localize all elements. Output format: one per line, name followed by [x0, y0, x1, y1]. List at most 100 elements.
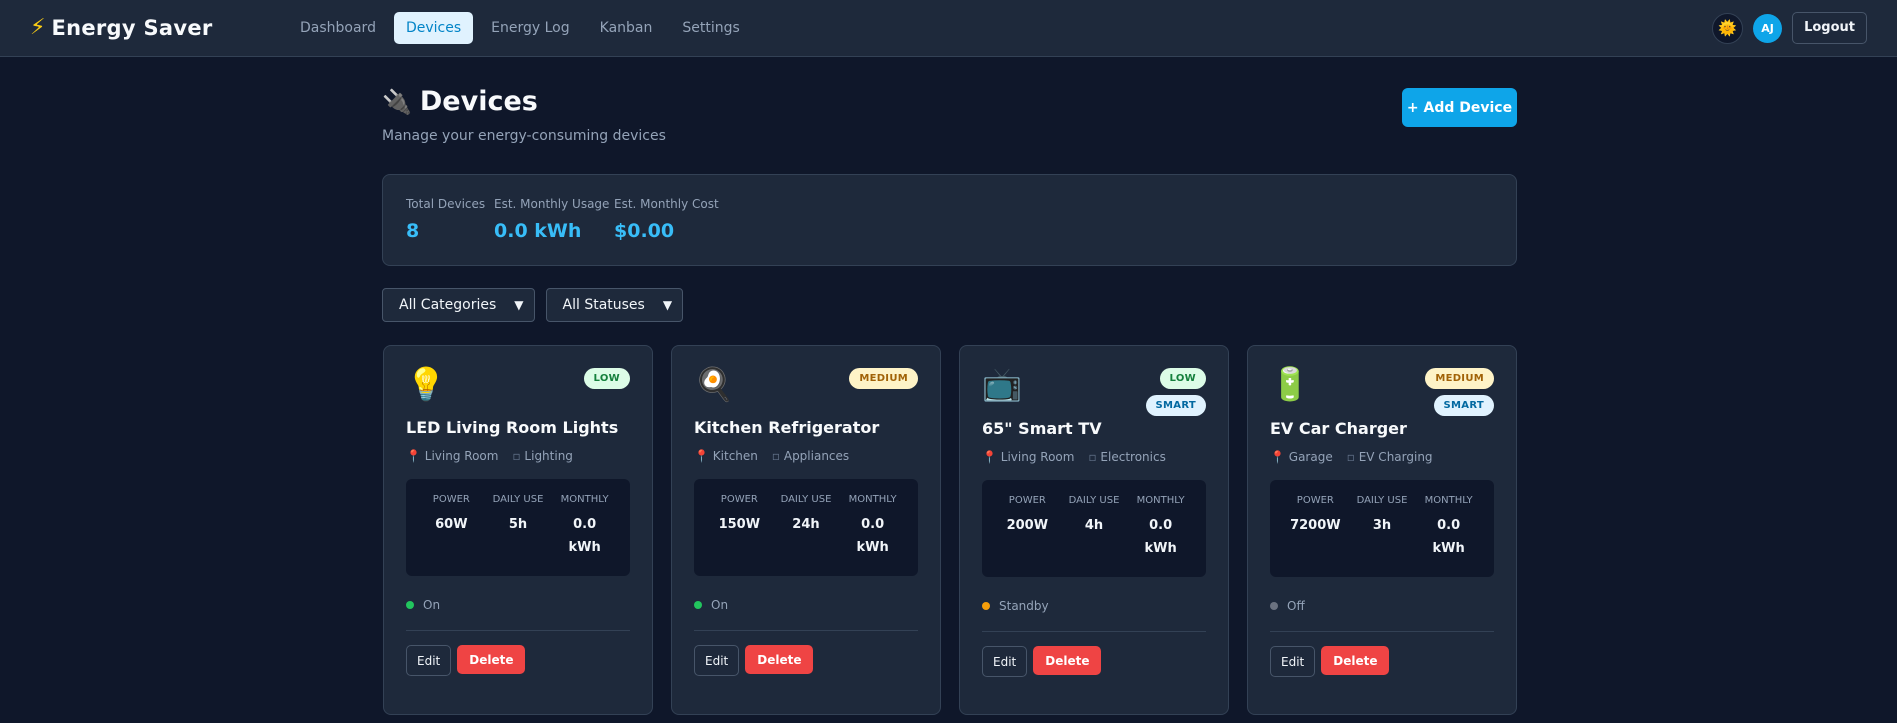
card-divider: [406, 630, 630, 631]
user-avatar[interactable]: AJ: [1753, 13, 1783, 43]
delete-button[interactable]: Delete: [1321, 646, 1390, 675]
status-dot: [982, 602, 990, 610]
device-metrics: POWER 7200W DAILY USE 3h MONTHLY 0.0 kWh: [1270, 480, 1494, 577]
metric-label: POWER: [720, 494, 758, 505]
status-text: On: [423, 598, 441, 612]
device-metrics: POWER 200W DAILY USE 4h MONTHLY 0.0 kWh: [982, 480, 1206, 577]
nav-link-devices[interactable]: Devices: [393, 12, 474, 44]
stat-label: Est. Monthly Usage: [494, 197, 610, 211]
metric-label: DAILY USE: [492, 494, 544, 505]
brand-logo[interactable]: ⚡ Energy Saver: [30, 16, 260, 40]
device-meta: 📍 Living Room ▫ Electronics: [982, 450, 1206, 464]
tag-icon: ▫: [512, 449, 521, 463]
category-filter-value: All Categories: [399, 297, 497, 313]
filters-bar: All Categories ▼ All Statuses ▼: [382, 288, 684, 322]
metric-label: POWER: [432, 494, 470, 505]
monthly-number: 0.0: [573, 517, 597, 532]
device-meta: 📍 Living Room ▫ Lighting: [406, 449, 630, 463]
top-navbar: ⚡ Energy Saver Dashboard Devices Energy …: [0, 0, 1897, 57]
add-device-button[interactable]: + Add Device: [1402, 88, 1517, 127]
card-actions: Edit Delete: [694, 645, 918, 676]
page-subtitle: Manage your energy-consuming devices: [382, 128, 666, 144]
theme-toggle-button[interactable]: 🌞: [1712, 12, 1744, 44]
monthly-unit: kWh: [856, 540, 889, 555]
location-pin-icon: 📍: [406, 449, 421, 463]
priority-badge: LOW: [583, 368, 630, 389]
stat-label: Total Devices: [406, 197, 486, 211]
stat-total-devices: Total Devices 8: [406, 197, 486, 243]
device-location: Living Room: [1000, 450, 1075, 464]
power-value: 60W: [435, 517, 468, 532]
delete-button[interactable]: Delete: [1033, 646, 1102, 675]
device-status: On: [406, 598, 630, 612]
tag-icon: ▫: [771, 449, 781, 463]
device-name: Kitchen Refrigerator: [694, 418, 880, 437]
power-value: 150W: [718, 517, 761, 532]
card-divider: [694, 630, 918, 631]
priority-badge: MEDIUM: [1425, 368, 1494, 389]
tag-icon: ▫: [1088, 450, 1097, 464]
nav-link-dashboard[interactable]: Dashboard: [288, 12, 388, 44]
status-filter-select[interactable]: All Statuses ▼: [545, 288, 684, 322]
chevron-down-icon: ▼: [514, 298, 524, 312]
monthly-value: 0.0 kWh: [552, 513, 618, 559]
brand-name: Energy Saver: [51, 16, 213, 40]
device-card: 📺 LOW SMART 65" Smart TV 📍 Living Room ▫…: [959, 345, 1229, 715]
priority-badge: LOW: [1159, 368, 1206, 389]
device-status: On: [694, 598, 918, 612]
stat-label: Est. Monthly Cost: [614, 197, 719, 211]
device-card: 🔋 MEDIUM SMART EV Car Charger 📍 Garage ▫…: [1247, 345, 1517, 715]
metric-label: POWER: [1296, 495, 1334, 506]
monthly-value: 0.0 kWh: [1416, 514, 1482, 560]
monthly-unit: kWh: [1432, 541, 1465, 556]
edit-button[interactable]: Edit: [1270, 646, 1316, 677]
monthly-number: 0.0: [861, 517, 885, 532]
device-meta: 📍 Garage ▫ EV Charging: [1270, 450, 1494, 464]
device-location: Kitchen: [712, 449, 758, 463]
page-header: 🔌 Devices Manage your energy-consuming d…: [382, 86, 666, 144]
page-title-row: 🔌 Devices: [382, 86, 666, 117]
monthly-unit: kWh: [1144, 541, 1177, 556]
logout-button[interactable]: Logout: [1792, 12, 1867, 44]
device-card: 💡 LOW LED Living Room Lights 📍 Living Ro…: [383, 345, 653, 715]
status-text: Off: [1287, 599, 1305, 613]
device-category: Lighting: [524, 449, 573, 463]
edit-button[interactable]: Edit: [982, 646, 1028, 677]
nav-links: Dashboard Devices Energy Log Kanban Sett…: [288, 12, 752, 44]
delete-button[interactable]: Delete: [745, 645, 814, 674]
monthly-number: 0.0: [1437, 518, 1461, 533]
page-title: Devices: [419, 86, 538, 117]
nav-link-settings[interactable]: Settings: [670, 12, 751, 44]
chevron-down-icon: ▼: [662, 298, 673, 312]
category-filter-select[interactable]: All Categories ▼: [382, 288, 535, 322]
daily-use-value: 5h: [508, 517, 528, 532]
nav-link-energy-log[interactable]: Energy Log: [479, 12, 581, 44]
monthly-value: 0.0 kWh: [1128, 514, 1194, 560]
smart-badge: SMART: [1145, 395, 1206, 416]
status-dot: [406, 601, 414, 609]
edit-button[interactable]: Edit: [406, 645, 452, 676]
location-pin-icon: 📍: [982, 450, 997, 464]
plug-icon: 🔌: [382, 87, 412, 116]
metric-label: MONTHLY: [1136, 495, 1185, 506]
nav-right: 🌞 AJ Logout: [1712, 12, 1867, 44]
stat-monthly-cost: Est. Monthly Cost $0.00: [614, 197, 719, 243]
status-text: On: [711, 598, 729, 612]
stat-value: $0.00: [614, 220, 675, 242]
nav-link-kanban[interactable]: Kanban: [588, 12, 665, 44]
lightning-bolt-icon: ⚡: [30, 15, 46, 40]
daily-use-value: 3h: [1372, 518, 1392, 533]
device-status: Off: [1270, 599, 1494, 613]
card-actions: Edit Delete: [982, 646, 1206, 677]
edit-button[interactable]: Edit: [694, 645, 740, 676]
priority-badge: MEDIUM: [849, 368, 918, 389]
stats-summary: Total Devices 8 Est. Monthly Usage 0.0 k…: [382, 174, 1517, 266]
metric-label: DAILY USE: [780, 494, 832, 505]
stat-value: 8: [406, 220, 420, 242]
card-actions: Edit Delete: [406, 645, 630, 676]
device-location: Living Room: [424, 449, 499, 463]
delete-button[interactable]: Delete: [457, 645, 526, 674]
device-category: Electronics: [1100, 450, 1166, 464]
status-dot: [1270, 602, 1278, 610]
device-metrics: POWER 60W DAILY USE 5h MONTHLY 0.0 kWh: [406, 479, 630, 576]
